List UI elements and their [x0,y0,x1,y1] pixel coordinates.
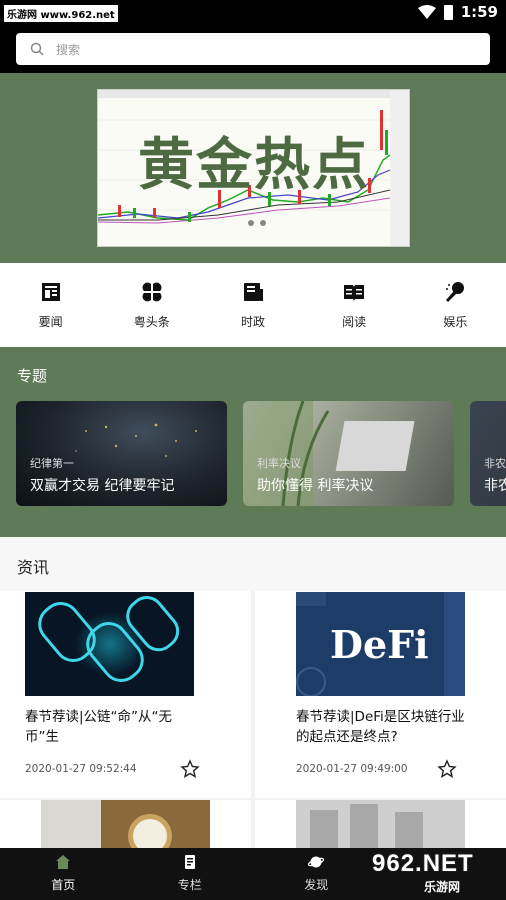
nav-label: 粤头条 [133,314,170,329]
news-thumbnail: DeFi [296,592,465,696]
topic-card[interactable]: 纪律第一 双赢才交易 纪律要牢记 [16,401,227,506]
topic-category: 纪律第一 [30,457,74,470]
banner-image[interactable]: 黄金热点 [97,89,410,247]
clover-icon [141,281,162,302]
news-headline: 春节荐读|公链“命”从“无币”生 [25,709,173,745]
topic-category: 利率决议 [257,457,301,470]
chain-link-image [38,596,180,682]
nav-label: 阅读 [342,314,367,329]
news-date: 2020-01-27 09:49:00 [296,763,408,775]
tab-home[interactable]: 首页 [0,848,127,900]
search-placeholder: 搜索 [56,42,81,57]
status-site-label: 乐游网 www.962.net [4,5,118,22]
status-time: 1:59 [460,3,498,21]
topic-card[interactable]: 利率决议 助你懂得 利率决议 [243,401,454,506]
planet-icon [308,856,325,868]
topic-title: 非农 [484,478,506,494]
tab-label: 首页 [51,878,76,892]
battery-icon [443,4,453,20]
news-section-header: 资讯 [0,537,506,591]
book-mark-icon [243,282,263,301]
tab-label: 专栏 [177,878,202,892]
news-date: 2020-01-27 09:52:44 [25,763,137,775]
nav-label: 娱乐 [443,314,468,329]
document-icon [184,855,195,869]
topic-title: 双赢才交易 纪律要牢记 [30,478,175,494]
watermark-subtext: 乐游网 [424,880,461,894]
coins-stack-image [296,800,465,848]
tab-label: 发现 [304,878,329,892]
star-icon[interactable] [437,759,457,779]
news-card[interactable]: DeFi 春节荐读|DeFi是区块链行业的起点还是终点? 2020-01-27 … [255,591,506,798]
wifi-icon [417,5,436,19]
coins-clock-image [41,800,210,848]
tab-column[interactable]: 专栏 [127,848,254,900]
nav-label: 要闻 [38,314,63,329]
star-icon[interactable] [180,759,200,779]
newspaper-icon [41,282,60,301]
status-bar-right: 1:59 [417,3,498,21]
news-thumbnail [25,592,194,696]
nav-item-politics[interactable]: 时政 [213,281,293,330]
top-header: 乐游网 www.962.net 1:59 搜索 [0,0,506,73]
nav-item-reading[interactable]: 阅读 [314,281,394,330]
news-card[interactable] [0,800,251,848]
nav-item-entertainment[interactable]: 娱乐 [415,281,495,330]
microphone-icon [446,281,465,302]
news-card[interactable] [255,800,506,848]
news-headline: 春节荐读|DeFi是区块链行业的起点还是终点? [296,709,465,745]
open-book-icon [344,284,365,301]
news-title: 资讯 [17,558,50,577]
nav-label: 时政 [240,314,265,329]
topics-title: 专题 [17,367,48,385]
topics-section: 专题 纪律第一 双赢才交易 纪律要牢记 利率决议 助你懂得 利率决议 非农 非农 [0,347,506,537]
topic-category: 非农 [484,457,506,470]
search-icon [30,42,44,56]
tab-discover[interactable]: 发现 [253,848,380,900]
news-card[interactable]: 春节荐读|公链“命”从“无币”生 2020-01-27 09:52:44 [0,591,251,798]
nav-item-headlines[interactable]: 粤头条 [112,281,192,330]
category-nav: 要闻 粤头条 时政 阅读 娱乐 [0,263,506,347]
banner-title: 黄金热点 [138,133,370,198]
home-icon [56,855,71,869]
search-input[interactable]: 搜索 [16,33,490,65]
topic-title: 助你懂得 利率决议 [257,478,374,494]
nav-item-news[interactable]: 要闻 [11,281,91,330]
banner-pagination [248,220,266,226]
defi-logo-text: DeFi [330,622,429,667]
watermark-text: 962.NET [372,850,474,877]
site-watermark: 962.NET 乐游网 [368,850,502,898]
banner-carousel[interactable]: 黄金热点 [0,73,506,263]
topic-card[interactable]: 非农 非农 [470,401,506,506]
